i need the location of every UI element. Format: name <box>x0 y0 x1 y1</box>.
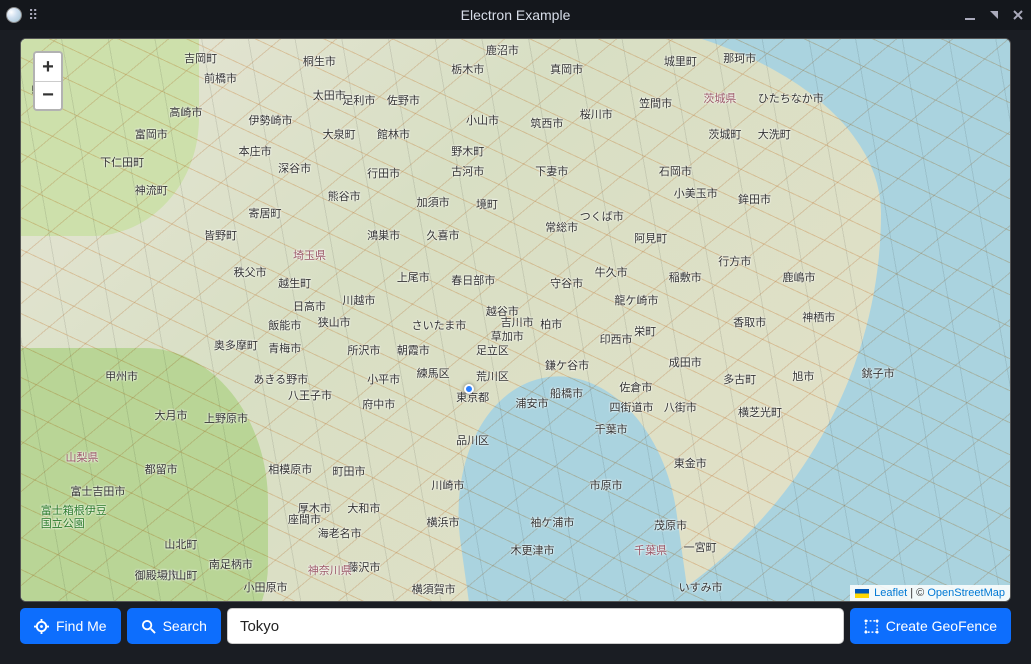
menu-icon[interactable]: ⠿ <box>28 7 36 24</box>
leaflet-link[interactable]: Leaflet <box>874 587 907 599</box>
create-geofence-button[interactable]: Create GeoFence <box>850 608 1011 644</box>
map-attribution: Leaflet | © OpenStreetMap <box>850 585 1010 601</box>
map-tiles <box>21 39 1010 601</box>
flag-icon <box>855 589 869 598</box>
window-title: Electron Example <box>461 7 571 23</box>
zoom-out-button[interactable]: − <box>35 81 61 109</box>
maximize-button[interactable] <box>987 8 1001 22</box>
zoom-control: + − <box>33 51 63 111</box>
window-titlebar[interactable]: ⠿ Electron Example <box>0 0 1031 30</box>
geofence-icon <box>864 619 879 634</box>
close-button[interactable] <box>1011 8 1025 22</box>
map-marker <box>464 384 474 394</box>
osm-link[interactable]: OpenStreetMap <box>927 587 1005 599</box>
app-icon <box>6 7 22 23</box>
crosshair-icon <box>34 619 49 634</box>
find-me-button[interactable]: Find Me <box>20 608 121 644</box>
map-view[interactable]: 東京都さいたま市横浜市川崎市千葉市船橋市相模原市八王子市足立区荒川区練馬区品川区… <box>20 38 1011 602</box>
zoom-in-button[interactable]: + <box>35 53 61 81</box>
search-icon <box>141 619 156 634</box>
toolbar: Find Me Search Create GeoFence <box>20 608 1011 644</box>
search-button[interactable]: Search <box>127 608 221 644</box>
search-input[interactable] <box>227 608 844 644</box>
minimize-button[interactable] <box>963 8 977 22</box>
